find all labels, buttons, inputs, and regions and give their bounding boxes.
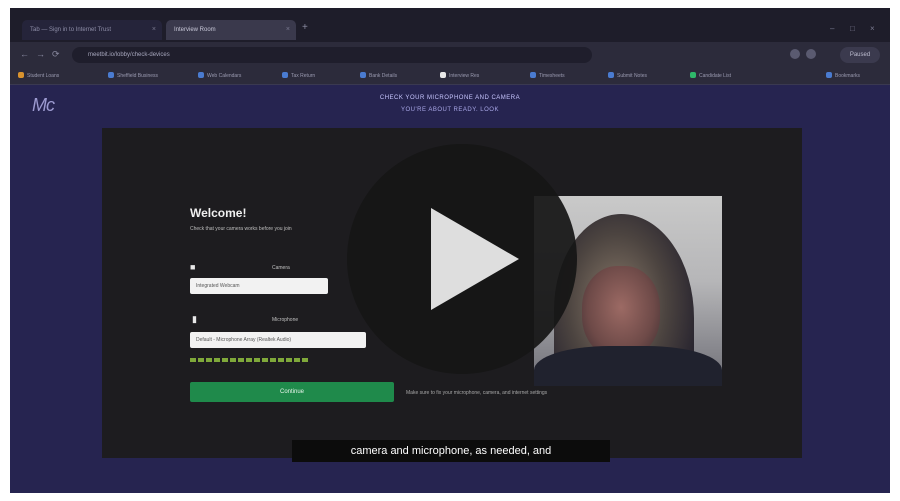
bookmark-item[interactable]: Tax Return bbox=[282, 71, 315, 81]
welcome-subtext: Check that your camera works before you … bbox=[190, 226, 292, 232]
bookmark-icon bbox=[198, 72, 204, 78]
reload-icon[interactable]: ⟳ bbox=[52, 49, 60, 60]
microphone-icon: ▮ bbox=[192, 314, 197, 324]
url-input[interactable]: meetbit.io/lobby/check-devices bbox=[72, 47, 592, 63]
camera-label: Camera bbox=[272, 265, 290, 271]
page-subtitle: YOU'RE ABOUT READY. LOOK bbox=[401, 107, 499, 113]
bookmark-icon bbox=[282, 72, 288, 78]
bookmark-icon bbox=[440, 72, 446, 78]
close-icon[interactable]: × bbox=[152, 20, 156, 40]
tab-label: Tab — Sign in to Internet Trust bbox=[30, 27, 112, 33]
preview-shirt bbox=[534, 346, 722, 386]
extension-icon[interactable] bbox=[790, 49, 800, 59]
settings-hint: Make sure to fix your microphone, camera… bbox=[406, 390, 548, 396]
bookmark-icon bbox=[108, 72, 114, 78]
window-close-button[interactable]: × bbox=[870, 24, 875, 33]
close-icon[interactable]: × bbox=[286, 20, 290, 40]
profile-button[interactable]: Paused bbox=[840, 47, 880, 63]
bookmark-item[interactable]: Candidate List bbox=[690, 71, 731, 81]
bookmark-icon bbox=[360, 72, 366, 78]
bookmark-item[interactable]: Timesheets bbox=[530, 71, 565, 81]
camera-select[interactable]: Integrated Webcam bbox=[190, 278, 328, 294]
preview-face bbox=[582, 266, 660, 358]
new-tab-button[interactable]: + bbox=[302, 22, 308, 33]
bookmark-icon bbox=[18, 72, 24, 78]
bookmark-icon bbox=[826, 72, 832, 78]
forward-icon[interactable]: → bbox=[36, 49, 45, 59]
play-icon bbox=[431, 208, 519, 310]
bookmark-item[interactable]: Sheffield Business bbox=[108, 71, 158, 81]
page-title: CHECK YOUR MICROPHONE AND CAMERA bbox=[379, 95, 521, 101]
bookmark-item[interactable]: Student Loans bbox=[18, 71, 59, 81]
maximize-button[interactable]: □ bbox=[850, 24, 855, 33]
microphone-level-meter bbox=[190, 358, 308, 362]
continue-button[interactable]: Continue bbox=[190, 382, 394, 402]
welcome-heading: Welcome! bbox=[190, 206, 247, 220]
back-icon[interactable]: ← bbox=[20, 49, 29, 59]
bookmark-icon bbox=[530, 72, 536, 78]
bookmark-item[interactable]: Interview Res bbox=[440, 71, 479, 81]
microphone-label: Microphone bbox=[272, 317, 299, 323]
camera-icon: ■ bbox=[190, 262, 196, 272]
bookmarks-bar: Student Loans Sheffield Business Web Cal… bbox=[10, 68, 890, 85]
bookmark-icon bbox=[608, 72, 614, 78]
browser-tab-active[interactable]: Interview Room × bbox=[166, 20, 296, 40]
minimize-button[interactable]: – bbox=[830, 24, 834, 33]
tab-label: Interview Room bbox=[174, 27, 216, 33]
bookmark-item[interactable]: Bank Details bbox=[360, 71, 397, 81]
browser-tab[interactable]: Tab — Sign in to Internet Trust × bbox=[22, 20, 162, 40]
video-frame[interactable]: Tab — Sign in to Internet Trust × Interv… bbox=[10, 8, 890, 493]
bookmark-icon bbox=[690, 72, 696, 78]
bookmark-item[interactable]: Submit Notes bbox=[608, 71, 647, 81]
microphone-select[interactable]: Default - Microphone Array (Realtek Audi… bbox=[190, 332, 366, 348]
video-caption: camera and microphone, as needed, and bbox=[292, 440, 610, 462]
browser-tab-bar: Tab — Sign in to Internet Trust × Interv… bbox=[10, 8, 890, 42]
play-button[interactable] bbox=[347, 144, 577, 374]
browser-address-bar: ← → ⟳ meetbit.io/lobby/check-devices Pau… bbox=[10, 42, 890, 68]
extension-icon[interactable] bbox=[806, 49, 816, 59]
bookmark-item[interactable]: Web Calendars bbox=[198, 71, 241, 81]
bookmark-item[interactable]: Bookmarks bbox=[826, 71, 860, 81]
page-header: Mc CHECK YOUR MICROPHONE AND CAMERA YOU'… bbox=[10, 85, 890, 129]
